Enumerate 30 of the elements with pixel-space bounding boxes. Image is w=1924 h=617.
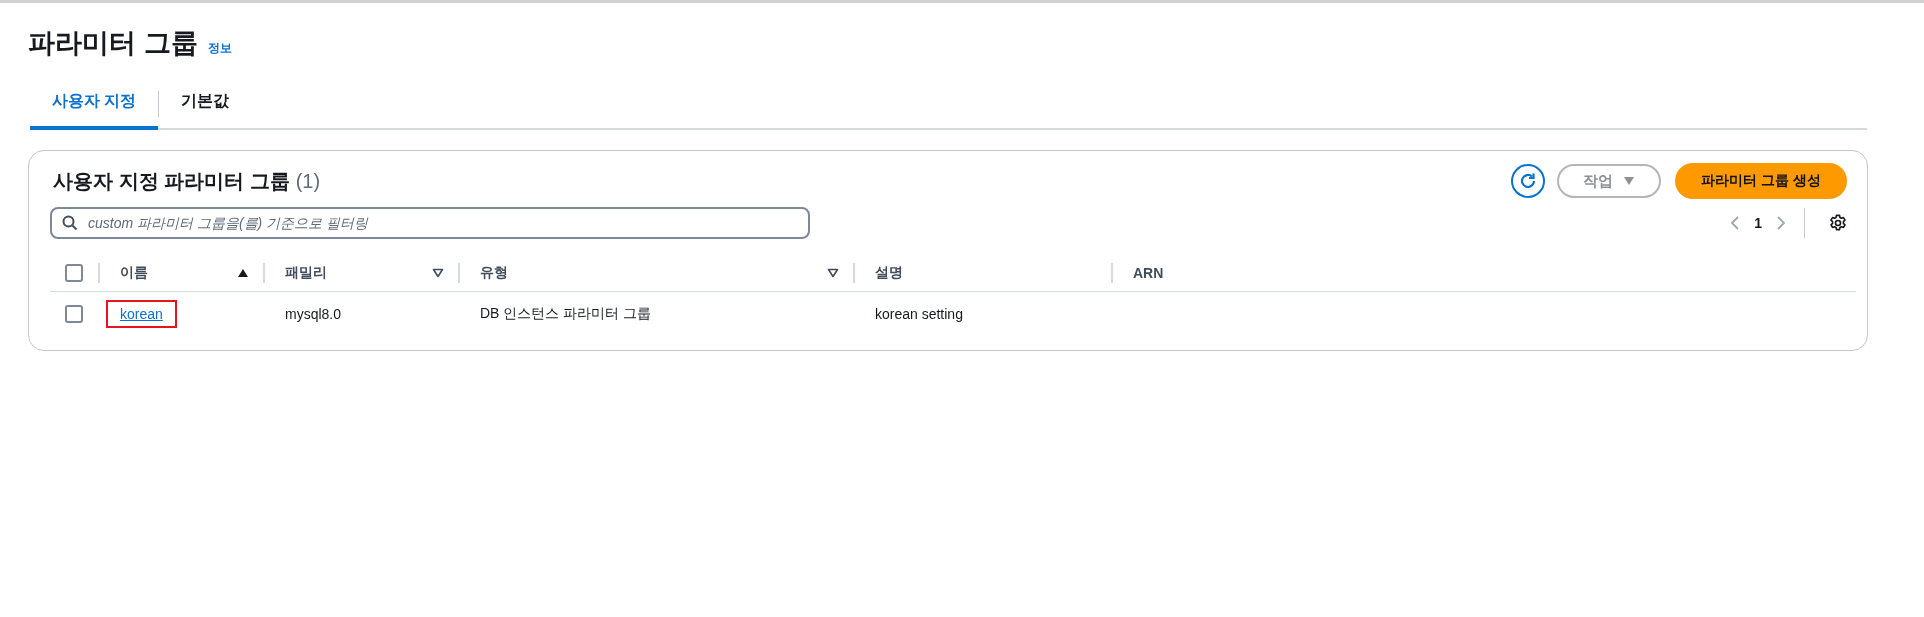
refresh-button[interactable] — [1511, 164, 1546, 198]
item-count: (1) — [295, 169, 321, 193]
tab[interactable]: 사용자 지정 — [30, 79, 159, 130]
table-cell-text: mysql8.0 — [284, 306, 342, 322]
search-icon — [62, 215, 78, 231]
page-title: 파라미터 그룹 — [28, 27, 198, 60]
settings-icon[interactable] — [1829, 214, 1847, 232]
refresh-icon — [1519, 172, 1538, 190]
column-header[interactable]: 유형 — [460, 264, 827, 282]
select-all-checkbox[interactable] — [65, 264, 83, 282]
panel-title: 사용자 지정 파라미터 그룹 — [53, 168, 290, 194]
search-field[interactable]: custom 파라미터 그룹을(를) 기준으로 필터링 — [50, 207, 810, 239]
previous-page-icon[interactable] — [1730, 215, 1741, 231]
sort-ascending-icon[interactable] — [237, 268, 249, 278]
sort-icon[interactable] — [827, 268, 839, 278]
column-header[interactable]: 설명 — [855, 264, 1111, 282]
caret-icon — [1623, 176, 1636, 186]
create-button[interactable]: 파라미터 그룹 생성 — [1675, 163, 1847, 199]
sort-icon[interactable] — [432, 268, 444, 278]
column-header[interactable]: ARN — [1113, 265, 1856, 281]
info-link[interactable]: 정보 — [207, 40, 232, 57]
table-cell-text: DB 인스턴스 파라미터 그룹 — [479, 305, 652, 323]
column-header[interactable]: 패밀리 — [265, 264, 432, 282]
name-link[interactable]: korean — [106, 300, 177, 328]
tab[interactable]: 기본값 — [159, 79, 252, 130]
page-number[interactable]: 1 — [1754, 215, 1762, 231]
table-cell-text: korean setting — [874, 306, 963, 322]
next-page-icon[interactable] — [1776, 215, 1786, 231]
column-header[interactable]: 이름 — [100, 264, 237, 282]
row-checkbox[interactable] — [65, 305, 83, 323]
